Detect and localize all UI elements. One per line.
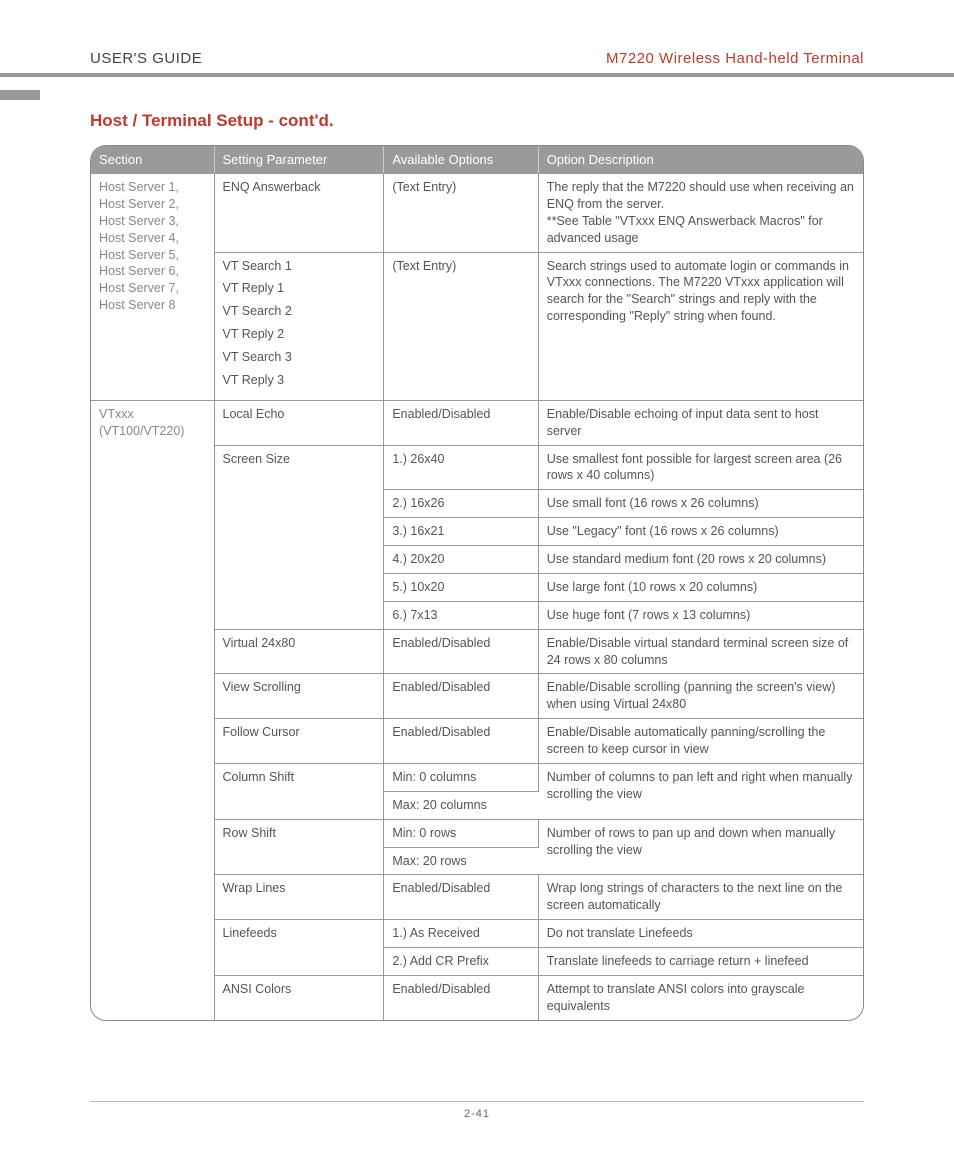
cell-opt: Enabled/Disabled — [384, 400, 538, 445]
table-header-row: Section Setting Parameter Available Opti… — [91, 146, 863, 173]
cell-opt: 6.) 7x13 — [384, 601, 538, 629]
cell-desc: Attempt to translate ANSI colors into gr… — [539, 975, 863, 1020]
cell-param: Wrap Lines — [215, 874, 385, 919]
cell-desc: Use standard medium font (20 rows x 20 c… — [539, 545, 863, 573]
cell-desc: Use "Legacy" font (16 rows x 26 columns) — [539, 517, 863, 545]
col-param: Setting Parameter — [215, 146, 385, 173]
cell-opt: 1.) 26x40 — [384, 445, 538, 490]
cell-opt: 1.) As Received — [384, 919, 538, 947]
margin-tab — [0, 90, 40, 100]
section-title: Host / Terminal Setup - cont'd. — [90, 111, 864, 131]
cell-desc: Number of columns to pan left and right … — [539, 763, 863, 819]
page-number: 2-41 — [90, 1108, 864, 1120]
cell-desc: Translate linefeeds to carriage return +… — [539, 947, 863, 975]
cell-param: ANSI Colors — [215, 975, 385, 1020]
cell-desc: Use huge font (7 rows x 13 columns) — [539, 601, 863, 629]
cell-desc: Enable/Disable scrolling (panning the sc… — [539, 673, 863, 718]
cell-param: View Scrolling — [215, 673, 385, 718]
cell-opt: 4.) 20x20 — [384, 545, 538, 573]
cell-param: Column Shift — [215, 763, 385, 819]
header-rule — [0, 73, 954, 77]
cell-opt: Min: 0 columns — [384, 763, 538, 791]
header-left: USER'S GUIDE — [90, 50, 202, 67]
cell-desc: Enable/Disable virtual standard terminal… — [539, 629, 863, 674]
cell-desc: Wrap long strings of characters to the n… — [539, 874, 863, 919]
header-right: M7220 Wireless Hand-held Terminal — [606, 50, 864, 67]
col-options: Available Options — [384, 146, 538, 173]
section-label-a: Host Server 1, Host Server 2, Host Serve… — [91, 173, 215, 400]
cell-desc: Use small font (16 rows x 26 columns) — [539, 489, 863, 517]
cell-param: Follow Cursor — [215, 718, 385, 763]
table-row: Host Server 1, Host Server 2, Host Serve… — [91, 173, 863, 252]
footer-rule — [90, 1101, 864, 1102]
cell-opt: Enabled/Disabled — [384, 975, 538, 1020]
cell-opt: Enabled/Disabled — [384, 874, 538, 919]
section-label-b: VTxxx (VT100/VT220) — [91, 400, 215, 1020]
cell-opt: Enabled/Disabled — [384, 718, 538, 763]
cell-opt: Max: 20 columns — [384, 791, 538, 819]
cell-desc: Number of rows to pan up and down when m… — [539, 819, 863, 875]
settings-table: Section Setting Parameter Available Opti… — [90, 145, 864, 1021]
cell-desc: The reply that the M7220 should use when… — [539, 173, 863, 252]
cell-desc: Use smallest font possible for largest s… — [539, 445, 863, 490]
cell-opt: Min: 0 rows — [384, 819, 538, 847]
cell-opt: Enabled/Disabled — [384, 629, 538, 674]
cell-opt: 5.) 10x20 — [384, 573, 538, 601]
cell-desc: Do not translate Linefeeds — [539, 919, 863, 947]
cell-param: Screen Size — [215, 445, 385, 629]
cell-opt: Enabled/Disabled — [384, 673, 538, 718]
table-row: VTxxx (VT100/VT220) Local Echo Enabled/D… — [91, 400, 863, 445]
cell-opt: (Text Entry) — [384, 252, 538, 400]
cell-desc: Enable/Disable echoing of input data sen… — [539, 400, 863, 445]
col-desc: Option Description — [539, 146, 863, 173]
col-section: Section — [91, 146, 215, 173]
cell-desc: Enable/Disable automatically panning/scr… — [539, 718, 863, 763]
page-header: USER'S GUIDE M7220 Wireless Hand-held Te… — [90, 50, 864, 73]
cell-param: VT Search 1 VT Reply 1 VT Search 2 VT Re… — [215, 252, 385, 400]
cell-param: Local Echo — [215, 400, 385, 445]
cell-param: ENQ Answerback — [215, 173, 385, 252]
cell-opt: (Text Entry) — [384, 173, 538, 252]
cell-desc: Search strings used to automate login or… — [539, 252, 863, 400]
cell-opt: 2.) 16x26 — [384, 489, 538, 517]
cell-opt: Max: 20 rows — [384, 847, 538, 875]
cell-desc: Use large font (10 rows x 20 columns) — [539, 573, 863, 601]
cell-opt: 2.) Add CR Prefix — [384, 947, 538, 975]
cell-param: Row Shift — [215, 819, 385, 875]
cell-opt: 3.) 16x21 — [384, 517, 538, 545]
cell-param: Virtual 24x80 — [215, 629, 385, 674]
cell-param: Linefeeds — [215, 919, 385, 975]
